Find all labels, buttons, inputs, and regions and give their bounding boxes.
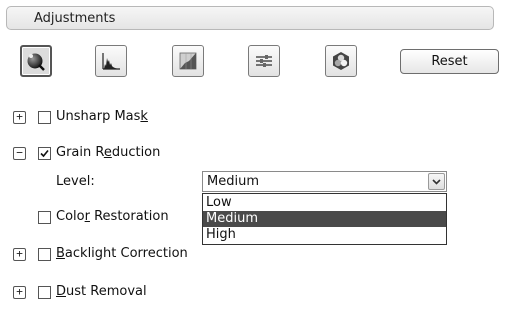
level-option-medium[interactable]: Medium — [203, 211, 446, 227]
adjustments-title: Adjustments — [34, 11, 116, 26]
level-select-arrow[interactable] — [428, 173, 445, 190]
color-restoration-label: Color Restoration — [56, 209, 169, 224]
reset-button[interactable]: Reset — [400, 49, 499, 74]
level-select-value: Medium — [207, 174, 259, 189]
grain-reduction-expander[interactable]: − — [13, 147, 26, 160]
histogram-button[interactable] — [95, 45, 127, 77]
unsharp-mask-expander[interactable]: + — [13, 111, 26, 124]
backlight-correction-checkbox[interactable] — [38, 248, 51, 261]
grain-reduction-checkbox[interactable] — [38, 147, 51, 160]
adjustments-header[interactable]: Adjustments — [6, 6, 494, 30]
level-option-low[interactable]: Low — [203, 195, 446, 211]
checkmark-icon — [40, 149, 49, 158]
unsharp-mask-label: Unsharp Mask — [56, 109, 148, 124]
color-palette-button[interactable] — [325, 45, 357, 77]
grain-reduction-label: Grain Reduction — [56, 145, 161, 160]
level-label: Level: — [56, 174, 95, 189]
chevron-down-icon — [432, 179, 441, 185]
histogram-icon — [100, 50, 122, 72]
auto-exposure-button[interactable] — [20, 45, 52, 77]
dust-removal-checkbox[interactable] — [38, 286, 51, 299]
auto-exposure-icon — [25, 50, 47, 72]
image-adjustment-sliders-icon — [253, 50, 275, 72]
level-option-high[interactable]: High — [203, 227, 446, 243]
tone-curve-icon — [177, 50, 199, 72]
dust-removal-label: Dust Removal — [56, 284, 147, 299]
image-adjustment-button[interactable] — [248, 45, 280, 77]
backlight-correction-expander[interactable]: + — [13, 248, 26, 261]
level-dropdown-list[interactable]: Low Medium High — [202, 193, 447, 245]
level-select[interactable]: Medium — [202, 171, 447, 192]
tone-curve-button[interactable] — [172, 45, 204, 77]
backlight-correction-label: Backlight Correction — [56, 246, 188, 261]
dust-removal-expander[interactable]: + — [13, 286, 26, 299]
color-restoration-checkbox[interactable] — [38, 211, 51, 224]
color-palette-icon — [330, 50, 352, 72]
unsharp-mask-checkbox[interactable] — [38, 111, 51, 124]
